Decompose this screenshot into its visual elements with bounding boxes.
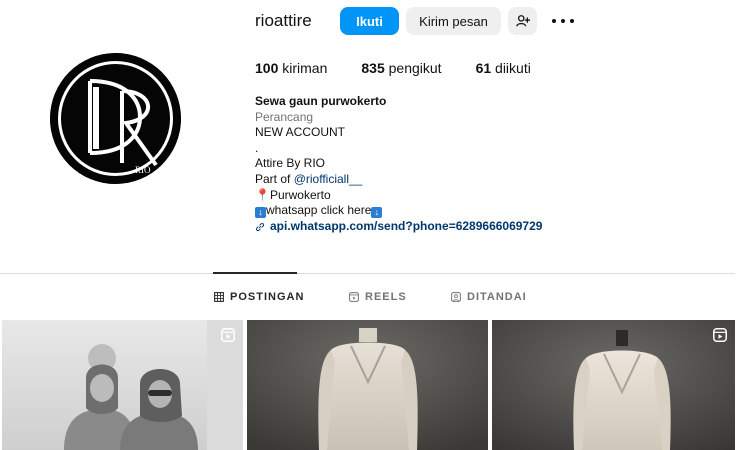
posts-count: 100 <box>255 60 279 76</box>
following-label: diikuti <box>491 60 531 76</box>
active-tab-indicator <box>213 272 297 274</box>
post-image <box>492 320 735 450</box>
location-text: Purwokerto <box>269 187 331 202</box>
down-arrow-icon: ↓ <box>371 207 383 219</box>
tagged-icon <box>451 292 461 302</box>
profile-bio: Sewa gaun purwokerto Perancang NEW ACCOU… <box>255 94 542 234</box>
tab-reels-label: REELS <box>365 291 407 303</box>
profile-username: rioattire <box>255 11 312 30</box>
profile-display-name: Sewa gaun purwokerto <box>255 94 387 108</box>
followers-count: 835 <box>361 60 385 76</box>
bio-part-of: Part of @riofficiall__ <box>255 172 542 188</box>
post-thumbnail[interactable] <box>2 320 243 450</box>
followers-label: pengikut <box>384 60 442 76</box>
part-of-label: Part of <box>255 171 294 186</box>
down-arrow-icon: ↓ <box>255 207 266 219</box>
tab-posts-label: POSTINGAN <box>230 291 305 303</box>
tab-tagged-label: DITANDAI <box>467 291 527 303</box>
following-stat[interactable]: 61 diikuti <box>476 60 531 76</box>
external-link[interactable]: api.whatsapp.com/send?phone=628966606972… <box>255 219 542 235</box>
tab-reels[interactable]: REELS <box>349 291 407 303</box>
rio-logo: RIO <box>50 53 181 184</box>
tabs-divider <box>0 273 735 274</box>
posts-label: kiriman <box>278 60 328 76</box>
map-pin-icon: 📍 <box>255 187 270 202</box>
follow-button[interactable]: Ikuti <box>340 7 399 35</box>
profile-category: Perancang <box>255 109 314 124</box>
reel-badge-icon <box>221 328 235 342</box>
post-image <box>2 320 243 450</box>
whatsapp-text: whatsapp click here <box>266 203 372 218</box>
bio-location: 📍Purwokerto <box>255 188 542 204</box>
more-options-icon[interactable] <box>552 12 574 30</box>
link-text: api.whatsapp.com/send?phone=628966606972… <box>270 218 543 233</box>
post-thumbnail[interactable] <box>247 320 488 450</box>
post-image <box>247 320 488 450</box>
reel-badge-icon <box>713 328 727 342</box>
add-person-icon <box>515 15 530 27</box>
send-message-button[interactable]: Kirim pesan <box>406 7 501 35</box>
followers-stat[interactable]: 835 pengikut <box>361 60 441 76</box>
tab-tagged[interactable]: DITANDAI <box>451 291 527 303</box>
grid-icon <box>214 292 224 302</box>
following-count: 61 <box>475 60 492 76</box>
tab-posts[interactable]: POSTINGAN <box>214 291 304 303</box>
bio-line: Attire By RIO <box>255 156 326 171</box>
bio-whatsapp: ↓ whatsapp click here ↓ <box>255 203 542 219</box>
suggested-accounts-button[interactable] <box>508 7 537 35</box>
bio-line: NEW ACCOUNT <box>255 125 345 140</box>
reels-icon <box>349 292 359 302</box>
link-icon <box>255 222 265 231</box>
profile-avatar[interactable]: RIO <box>50 53 181 184</box>
bio-line: . <box>255 140 259 155</box>
post-thumbnail[interactable] <box>492 320 735 450</box>
posts-stat: 100 kiriman <box>255 60 327 76</box>
profile-stats: 100 kiriman 835 pengikut 61 diikuti <box>255 60 565 76</box>
svg-text:RIO: RIO <box>135 165 151 175</box>
mention-link[interactable]: @riofficiall__ <box>294 172 363 186</box>
